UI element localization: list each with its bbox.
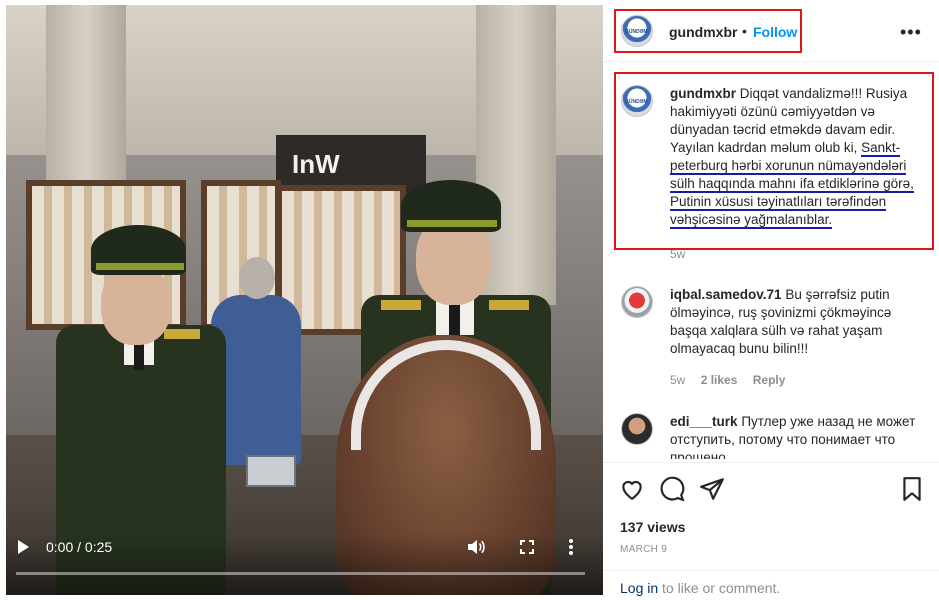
follow-button[interactable]: Follow (753, 24, 797, 40)
video-player[interactable]: InW (6, 5, 603, 595)
post-panel: GÜNDƏM gundmxbr • Follow ••• GÜNDƏM gund… (603, 0, 939, 600)
avatar[interactable] (621, 286, 653, 318)
heart-icon[interactable] (619, 476, 645, 502)
post-actions: 137 views MARCH 9 Log in to like or comm… (603, 462, 939, 600)
comment-likes[interactable]: 2 likes (701, 373, 738, 387)
caption-username[interactable]: gundmxbr (670, 86, 736, 101)
avatar[interactable] (621, 413, 653, 445)
separator-dot: • (742, 23, 747, 39)
views-count[interactable]: 137 views (620, 519, 685, 535)
more-options-icon[interactable]: ••• (900, 22, 924, 42)
login-prompt-text: to like or comment. (658, 580, 781, 596)
header-username[interactable]: gundmxbr (669, 24, 737, 40)
comment-icon[interactable] (659, 476, 685, 502)
laptop (246, 455, 296, 487)
post-date: MARCH 9 (620, 544, 668, 555)
login-link[interactable]: Log in (620, 580, 658, 596)
comment-time: 5w (670, 373, 686, 387)
caption-text: gundmxbr Diqqət vandalizmə!!! Rusiya hak… (670, 85, 928, 229)
comment-text: iqbal.samedov.71 Bu şərrəfsiz putin ölmə… (670, 286, 928, 358)
reply-button[interactable]: Reply (753, 373, 786, 387)
comment-meta: 5w 2 likes Reply (670, 373, 797, 387)
share-icon[interactable] (699, 476, 725, 502)
caption-meta: 5w (670, 247, 697, 261)
fullscreen-icon[interactable] (520, 540, 534, 554)
volume-icon[interactable] (467, 539, 485, 555)
comment-username[interactable]: iqbal.samedov.71 (670, 287, 782, 302)
video-more-icon[interactable] (568, 538, 574, 556)
post-header: GÜNDƏM gundmxbr • Follow ••• (603, 0, 939, 62)
play-icon[interactable] (18, 540, 29, 554)
comments-list[interactable]: GÜNDƏM gundmxbr Diqqət vandalizmə!!! Rus… (603, 63, 939, 459)
caption-time: 5w (670, 247, 686, 261)
comment-username[interactable]: edi___turk (670, 414, 738, 429)
avatar[interactable]: GÜNDƏM (621, 15, 653, 47)
avatar[interactable]: GÜNDƏM (621, 85, 653, 117)
video-progress-bar[interactable] (16, 572, 585, 575)
bookmark-icon[interactable] (899, 476, 925, 502)
comment-text: edi___turk Путлер уже назад не может отс… (670, 413, 928, 459)
login-prompt: Log in to like or comment. (603, 570, 939, 600)
video-time: 0:00 / 0:25 (46, 539, 113, 555)
